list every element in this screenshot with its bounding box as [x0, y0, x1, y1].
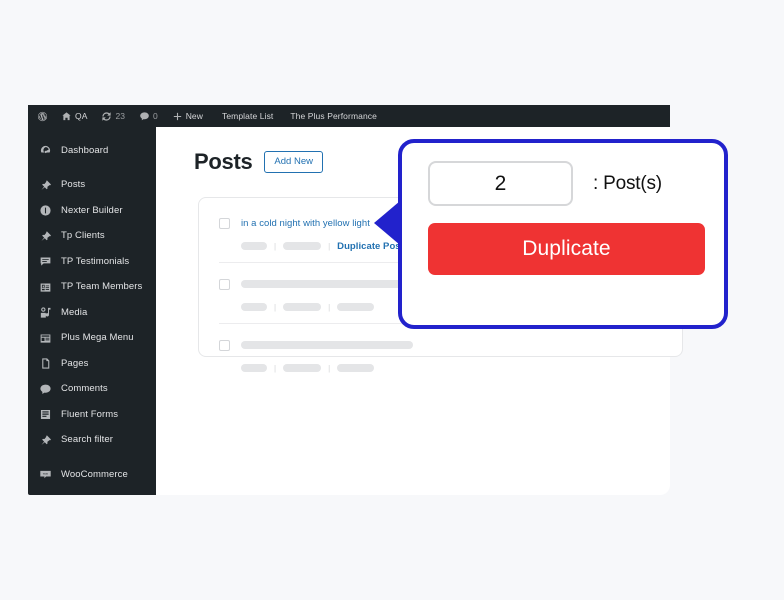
- sidebar-item-search-filter[interactable]: Search filter: [28, 428, 156, 454]
- admin-bar-template-list[interactable]: Template List: [210, 105, 280, 127]
- admin-bar-wordpress-logo[interactable]: [28, 105, 54, 127]
- megamenu-icon: [39, 332, 52, 345]
- admin-bar-new-label: New: [185, 111, 203, 121]
- testimonial-icon: [39, 255, 52, 268]
- admin-bar-the-plus-performance-label: The Plus Performance: [290, 111, 377, 121]
- comment-icon: [139, 111, 150, 122]
- sidebar-item-label: Search filter: [61, 434, 113, 445]
- sidebar-divider: [28, 164, 156, 173]
- action-separator: |: [274, 241, 277, 251]
- add-new-button[interactable]: Add New: [264, 151, 323, 173]
- comment-icon: [39, 383, 52, 396]
- admin-bar-updates[interactable]: 23: [94, 105, 131, 127]
- duplicate-popup-callout: 2 : Post(s) Duplicate: [398, 139, 728, 329]
- action-placeholder-bar: [283, 303, 322, 311]
- admin-sidebar-menu: Dashboard Posts Nexter Builder Tp Client…: [28, 127, 156, 495]
- action-placeholder-bar: [283, 364, 322, 372]
- duplicate-button[interactable]: Duplicate: [428, 223, 705, 275]
- plus-icon: [172, 111, 183, 122]
- quantity-row: 2 : Post(s): [428, 161, 698, 206]
- sidebar-item-posts[interactable]: Posts: [28, 173, 156, 199]
- woocommerce-icon: woo: [39, 468, 52, 481]
- sidebar-item-tp-team-members[interactable]: TP Team Members: [28, 275, 156, 301]
- post-row-title-line: [219, 332, 662, 358]
- sidebar-item-label: Media: [61, 306, 88, 318]
- sidebar-item-label: Plus Mega Menu: [61, 332, 134, 343]
- action-separator: |: [328, 241, 331, 251]
- post-title-link[interactable]: in a cold night with yellow light: [241, 218, 370, 229]
- dashboard-icon: [39, 144, 52, 157]
- home-icon: [61, 111, 72, 122]
- sidebar-item-label: Nexter Builder: [61, 204, 123, 216]
- action-placeholder-bar: [241, 242, 267, 250]
- wordpress-logo-icon: [37, 111, 48, 122]
- row-select-checkbox[interactable]: [219, 339, 230, 351]
- admin-bar-comments-count: 0: [152, 111, 158, 121]
- post-count-input[interactable]: 2: [428, 161, 573, 206]
- pages-icon: [39, 357, 52, 370]
- sidebar-item-pages[interactable]: Pages: [28, 351, 156, 377]
- updates-icon: [101, 111, 112, 122]
- post-count-label: : Post(s): [593, 172, 662, 194]
- callout-pointer-arrow: [374, 201, 400, 245]
- page-title: Posts: [194, 149, 253, 174]
- sidebar-item-label: WooCommerce: [61, 468, 128, 480]
- sidebar-item-label: Pages: [61, 357, 89, 369]
- pin-icon: [39, 434, 52, 447]
- pin-icon: [39, 230, 52, 243]
- sidebar-item-fluent-forms[interactable]: Fluent Forms: [28, 402, 156, 428]
- team-icon: [39, 281, 52, 294]
- row-select-checkbox[interactable]: [219, 217, 230, 229]
- action-separator: |: [328, 302, 331, 312]
- media-icon: [39, 306, 52, 319]
- title-placeholder-bar: [241, 341, 413, 349]
- row-select-checkbox[interactable]: [219, 278, 230, 290]
- action-placeholder-bar: [241, 303, 267, 311]
- admin-bar-comments[interactable]: 0: [132, 105, 165, 127]
- action-placeholder-bar: [337, 364, 375, 372]
- admin-bar-template-list-label: Template List: [222, 111, 274, 121]
- action-separator: |: [274, 363, 277, 373]
- circle-icon: [39, 204, 52, 217]
- title-placeholder-bar: [241, 280, 413, 288]
- sidebar-item-comments[interactable]: Comments: [28, 377, 156, 403]
- admin-bar: QA 23 0 New Template List The Plus Perfo…: [28, 105, 670, 127]
- sidebar-item-tp-testimonials[interactable]: TP Testimonials: [28, 249, 156, 275]
- action-separator: |: [274, 302, 277, 312]
- admin-bar-the-plus-performance[interactable]: The Plus Performance: [280, 105, 384, 127]
- sidebar-item-label: Comments: [61, 383, 108, 394]
- sidebar-item-label: Dashboard: [61, 144, 109, 156]
- svg-text:woo: woo: [43, 472, 49, 476]
- table-row[interactable]: | |: [199, 324, 682, 378]
- sidebar-item-label: TP Team Members: [61, 281, 143, 292]
- forms-icon: [39, 408, 52, 421]
- sidebar-item-label: Fluent Forms: [61, 408, 119, 420]
- screenshot-root: QA 23 0 New Template List The Plus Perfo…: [0, 0, 784, 600]
- admin-bar-new-content[interactable]: New: [165, 105, 210, 127]
- sidebar-item-label: Posts: [61, 179, 86, 190]
- action-placeholder-bar: [337, 303, 375, 311]
- admin-bar-updates-count: 23: [115, 111, 125, 121]
- sidebar-item-label: TP Testimonials: [61, 255, 130, 267]
- admin-bar-site-name[interactable]: QA: [54, 105, 94, 127]
- pin-icon: [39, 179, 52, 192]
- sidebar-item-dashboard[interactable]: Dashboard: [28, 138, 156, 164]
- action-separator: |: [328, 363, 331, 373]
- action-placeholder-bar: [283, 242, 322, 250]
- admin-bar-site-label: QA: [75, 111, 88, 121]
- callout-body: 2 : Post(s) Duplicate: [402, 143, 724, 275]
- post-row-actions: | |: [219, 358, 662, 378]
- sidebar-divider: [28, 453, 156, 462]
- sidebar-item-media[interactable]: Media: [28, 300, 156, 326]
- sidebar-item-label: Tp Clients: [61, 230, 105, 241]
- sidebar-item-nexter-builder[interactable]: Nexter Builder: [28, 198, 156, 224]
- sidebar-item-woocommerce[interactable]: woo WooCommerce: [28, 462, 156, 488]
- sidebar-item-tp-clients[interactable]: Tp Clients: [28, 224, 156, 250]
- action-placeholder-bar: [241, 364, 267, 372]
- sidebar-item-plus-mega-menu[interactable]: Plus Mega Menu: [28, 326, 156, 352]
